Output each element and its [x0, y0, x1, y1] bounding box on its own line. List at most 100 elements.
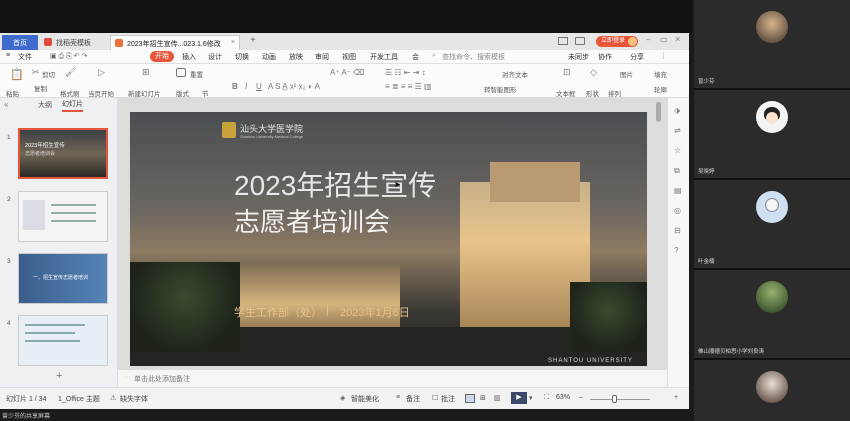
menu-switch[interactable]: 切换 [235, 52, 249, 62]
tab-home[interactable]: 首页 [2, 35, 38, 50]
list-icons[interactable]: ☰ ☷ ⇤ ⇥ ↕ [385, 68, 426, 77]
reading-view-icon[interactable]: ▥ [494, 394, 501, 402]
paste-button[interactable]: 粘贴 [6, 88, 19, 98]
pane-icon[interactable]: ☆ [674, 146, 681, 155]
menu-design[interactable]: 设计 [208, 52, 222, 62]
align-text-button[interactable]: 对齐文本 [502, 69, 528, 79]
menu-slideshow[interactable]: 放映 [289, 52, 303, 62]
beautify-button[interactable]: 智能美化 [351, 394, 379, 404]
slide-thumbnail-2[interactable] [18, 191, 108, 242]
add-slide-icon[interactable]: + [56, 370, 62, 382]
fill-button[interactable]: 填充 [654, 69, 667, 79]
new-tab-icon[interactable]: + [250, 35, 256, 46]
picture-button[interactable]: 图片 [620, 69, 633, 79]
cut-icon[interactable]: ✂ [32, 67, 40, 78]
italic-icon[interactable]: I [245, 82, 247, 91]
pane-icon[interactable]: ▤ [674, 186, 682, 195]
share-button[interactable]: 分享 [630, 52, 644, 62]
canvas-scrollbar[interactable] [656, 102, 661, 122]
minimize-icon[interactable]: – [646, 35, 650, 44]
notes-expand-icon[interactable]: ⋯ [124, 374, 130, 381]
zoom-in-icon[interactable]: + [674, 394, 678, 401]
layout-icon[interactable] [558, 37, 568, 45]
participant-card[interactable] [694, 360, 850, 421]
play-options-icon[interactable]: ▾ [529, 394, 533, 402]
participant-card[interactable]: 佛山顺德贝柏思小学刘良涛 [694, 270, 850, 358]
slide-thumbnail-3[interactable]: 一、招生宣传志愿者培训 [18, 253, 108, 304]
slide-subtitle[interactable]: 志愿者培训会 [234, 202, 390, 239]
collab-button[interactable]: 协作 [598, 52, 612, 62]
grid-icon[interactable] [575, 37, 585, 45]
brush-icon[interactable]: 🖌 [65, 67, 76, 78]
convert-smartart-button[interactable]: 转智能图形 [484, 84, 517, 94]
menu-insert[interactable]: 插入 [182, 52, 196, 62]
play-slideshow-button[interactable]: ▶ [511, 392, 527, 404]
bold-icon[interactable]: B [232, 82, 238, 91]
sorter-view-icon[interactable]: ⊞ [480, 394, 486, 402]
new-slide-icon[interactable]: ⊞ [142, 67, 150, 78]
help-icon[interactable]: ? [674, 246, 678, 255]
tab-outline[interactable]: 大纲 [38, 100, 52, 110]
zoom-level[interactable]: 63% [556, 394, 570, 401]
theme-name[interactable]: 1_Office 主题 [58, 394, 100, 404]
font-size-icons[interactable]: A⁺ A⁻ ⌫ [330, 68, 364, 77]
sync-status[interactable]: 未同步 [568, 52, 589, 62]
menu-review[interactable]: 审阅 [315, 52, 329, 62]
fit-icon[interactable]: ⛶ [544, 394, 549, 402]
copy-button[interactable]: 复制 [34, 83, 47, 93]
align-icons[interactable]: ≡ ≣ ≡ ≡ ☰ ▥ [385, 82, 432, 91]
slide-title[interactable]: 2023年招生宣传 [234, 164, 436, 204]
menu-start[interactable]: 开始 [150, 51, 174, 62]
close-tab-icon[interactable]: × [231, 39, 235, 46]
shape-icon[interactable]: ◇ [590, 67, 597, 78]
section-button[interactable]: 节 [202, 88, 209, 98]
collapse-panel-icon[interactable]: « [4, 100, 8, 109]
footer-date[interactable]: 2023年1月6日 [340, 304, 410, 320]
more-options-icon[interactable]: ⋮ [660, 52, 667, 60]
format-painter-button[interactable]: 格式刷 [60, 88, 80, 98]
notes-button[interactable]: 备注 [406, 394, 420, 404]
pane-icon[interactable]: ◎ [674, 206, 681, 215]
footer-department[interactable]: 学生工作部（处） [234, 304, 322, 320]
notes-placeholder[interactable]: 单击此处添加备注 [134, 374, 190, 384]
close-window-icon[interactable]: × [675, 34, 680, 44]
login-button[interactable]: 立即登录 [596, 36, 638, 47]
comment-button[interactable]: 批注 [441, 394, 455, 404]
new-slide-button[interactable]: 新建幻灯片 [128, 88, 161, 98]
slide-thumbnail-1[interactable]: 2023年招生宣传 志愿者培训会 [18, 128, 108, 179]
zoom-slider-handle[interactable] [612, 395, 617, 403]
participant-card[interactable]: 叶金楠 [694, 180, 850, 268]
text-format-icons[interactable]: A S A̲ x² x₂ ◐ A [268, 82, 320, 91]
participant-card[interactable]: 曾少芬 [694, 0, 850, 88]
tab-template[interactable]: 找稻壳模板 [40, 35, 108, 50]
pane-icon[interactable]: ⬗ [674, 106, 680, 115]
shape-button[interactable]: 形状 [586, 88, 599, 98]
menu-more[interactable]: 会 [412, 52, 419, 62]
arrange-button[interactable]: 排列 [608, 88, 621, 98]
slide-thumbnail-4[interactable] [18, 315, 108, 366]
paste-icon[interactable]: 📋 [10, 68, 24, 81]
play-from-current-button[interactable]: 当页开始 [88, 88, 114, 98]
underline-icon[interactable]: U [256, 82, 262, 91]
pane-icon[interactable]: ⊟ [674, 226, 681, 235]
normal-view-icon[interactable] [465, 394, 475, 403]
layout-button[interactable]: 版式 [176, 88, 189, 98]
cut-button[interactable]: 剪切 [42, 69, 55, 79]
textbox-button[interactable]: 文本框 [556, 88, 576, 98]
menu-devtools[interactable]: 开发工具 [370, 52, 398, 62]
reset-icon[interactable] [176, 68, 186, 77]
tab-slides[interactable]: 幻灯片 [62, 99, 83, 112]
tab-document[interactable]: 2023年招生宣传...023.1.6修改 × [110, 35, 240, 50]
slide-1[interactable]: 汕头大学医学院 Shantou University Medical Colle… [130, 112, 647, 366]
menu-animation[interactable]: 动画 [262, 52, 276, 62]
search-input[interactable]: 查找命令、搜索模板 [442, 52, 505, 62]
pane-icon[interactable]: ⧉ [674, 166, 680, 176]
pane-icon[interactable]: ⇌ [674, 126, 681, 135]
missing-font-button[interactable]: 缺失字体 [120, 394, 148, 404]
textbox-icon[interactable]: ⊡ [563, 67, 571, 78]
menu-view[interactable]: 视图 [342, 52, 356, 62]
zoom-slider[interactable] [590, 399, 650, 400]
notes-area[interactable]: ⋯ 单击此处添加备注 [118, 369, 667, 387]
play-icon[interactable]: ▷ [98, 67, 105, 78]
reset-button[interactable]: 重置 [190, 69, 203, 79]
